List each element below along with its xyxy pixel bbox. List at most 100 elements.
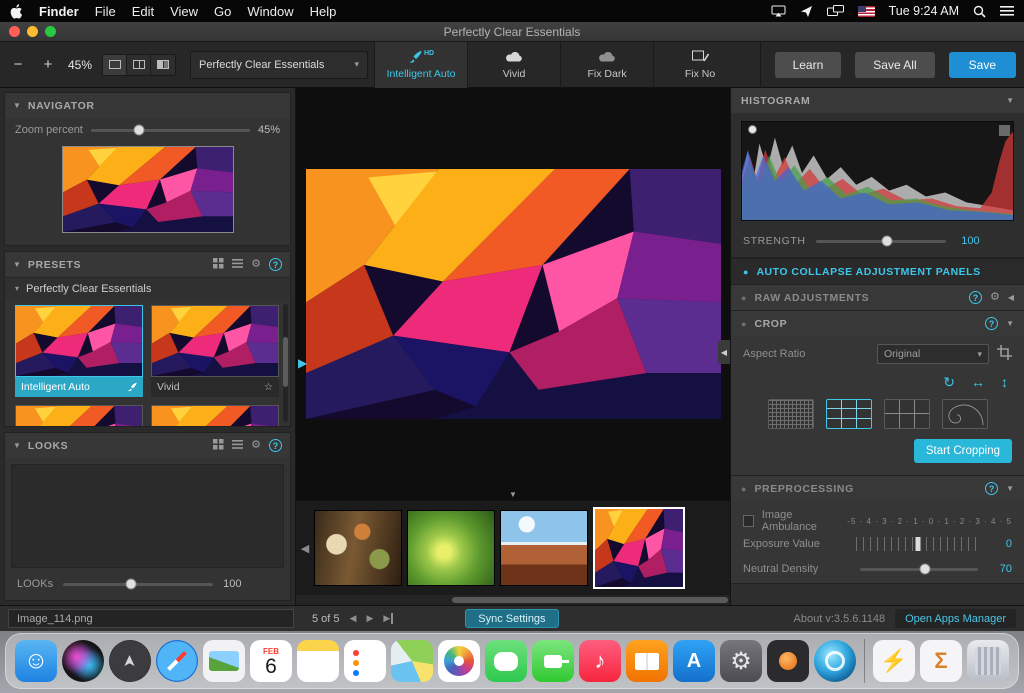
dock-app-store[interactable]: A [673,640,715,682]
looks-strength-slider[interactable] [63,583,213,586]
dock-siri[interactable] [62,640,104,682]
preset-group-dropdown[interactable]: Perfectly Clear Essentials ▾ [190,51,368,79]
help-icon[interactable]: ? [969,291,982,304]
flip-vertical-icon[interactable]: ↕ [1001,374,1008,391]
panel-toggle-icon[interactable]: ● [741,293,746,303]
gear-icon[interactable]: ⚙ [990,292,1000,303]
preset-tab-fix-dark[interactable]: Fix Dark [561,42,654,88]
help-icon[interactable]: ? [985,317,998,330]
sync-settings-button[interactable]: Sync Settings [465,609,558,628]
dock-system-preferences[interactable]: ⚙ [720,640,762,682]
navigator-zoom-slider[interactable] [91,129,250,132]
collapse-filmstrip-handle[interactable]: ▼ [509,490,517,499]
preprocessing-header[interactable]: ● PREPROCESSING ? ▼ [731,476,1024,501]
menu-view[interactable]: View [170,4,198,19]
spotlight-icon[interactable] [973,5,986,18]
preset-partial-1[interactable] [15,405,143,426]
crop-header[interactable]: ● CROP ? ▼ [731,311,1024,336]
list-view-icon[interactable] [232,259,243,271]
flip-horizontal-icon[interactable]: ↔ [971,374,985,391]
navigator-header[interactable]: ▼ NAVIGATOR [5,93,290,118]
input-language-flag-icon[interactable] [858,6,875,17]
window-title-bar[interactable]: Perfectly Clear Essentials [0,22,1024,42]
grid-view-icon[interactable] [213,258,224,272]
grid-overlay-spiral-button[interactable] [942,399,988,429]
aspect-ratio-select[interactable]: Original ▾ [877,344,989,364]
apple-menu[interactable] [10,4,23,19]
save-all-button[interactable]: Save All [855,52,934,78]
learn-button[interactable]: Learn [775,52,842,78]
help-icon[interactable]: ? [269,439,282,452]
dock-dark-app[interactable] [767,640,809,682]
preset-partial-2[interactable] [151,405,279,426]
last-image-button[interactable]: ▶ [383,613,393,624]
dock-notes[interactable] [297,640,339,682]
preset-tab-vivid[interactable]: Vivid [468,42,561,88]
filmstrip-scroll-left-button[interactable]: ◀ [296,542,314,555]
displays-icon[interactable] [827,5,844,17]
dock-messages[interactable] [485,640,527,682]
auto-collapse-toggle[interactable]: ● AUTO COLLAPSE ADJUSTMENT PANELS [731,259,1024,285]
strength-slider[interactable] [816,240,946,243]
filmstrip-thumb-chameleon[interactable] [407,510,495,586]
menu-edit[interactable]: Edit [132,4,154,19]
menu-help[interactable]: Help [310,4,337,19]
rotate-icon[interactable]: ↻ [943,374,955,391]
current-filename-box[interactable]: Image_114.png [8,609,294,628]
grid-overlay-thirds-button[interactable] [826,399,872,429]
notification-center-icon[interactable] [1000,6,1014,16]
dock-sigma-app[interactable]: Σ [920,640,962,682]
menu-app-name[interactable]: Finder [39,4,79,19]
presets-header[interactable]: ▼ PRESETS ⚙ ? [5,252,290,277]
dock-perfectly-clear[interactable] [814,640,856,682]
chevron-down-icon[interactable]: ▼ [1006,484,1014,493]
edit-preset-icon[interactable] [127,382,137,392]
raw-adjustments-header[interactable]: ● RAW ADJUSTMENTS ? ⚙ ◀ [731,285,1024,310]
histogram-slider-knob[interactable] [748,125,757,134]
cursor-icon[interactable] [800,5,813,18]
dock-lightning-app[interactable]: ⚡ [873,640,915,682]
save-button[interactable]: Save [949,52,1016,78]
chevron-down-icon[interactable]: ▼ [1006,319,1014,328]
grid-overlay-dense-button[interactable] [768,399,814,429]
dock-calendar[interactable]: FEB 6 [250,640,292,682]
view-split-button[interactable] [127,55,151,75]
expand-left-panel-handle[interactable]: ▶ [298,356,307,370]
neutral-density-slider[interactable] [860,568,978,571]
list-view-icon[interactable] [232,440,243,452]
help-icon[interactable]: ? [985,482,998,495]
filmstrip-scrollbar[interactable] [296,595,730,605]
dock-facetime[interactable] [532,640,574,682]
panel-toggle-icon[interactable]: ● [741,319,746,329]
zoom-in-button[interactable]: + [38,55,58,75]
chevron-left-icon[interactable]: ◀ [1008,293,1014,302]
help-icon[interactable]: ? [269,258,282,271]
dock-finder[interactable]: ☺ [15,640,57,682]
dock-trash[interactable] [967,640,1009,682]
exposure-value-slider[interactable] [856,537,980,551]
preset-group-row[interactable]: ▾ Perfectly Clear Essentials [5,277,290,299]
dock-preview[interactable] [203,640,245,682]
airplay-icon[interactable] [771,5,786,17]
filmstrip-thumb-canyon[interactable] [500,510,588,586]
preset-tab-fix-noise[interactable]: Fix No [654,42,718,88]
dock-books[interactable] [626,640,668,682]
dock-music[interactable]: ♪ [579,640,621,682]
start-cropping-button[interactable]: Start Cropping [914,439,1012,463]
view-side-by-side-button[interactable] [151,55,175,75]
menu-clock[interactable]: Tue 9:24 AM [889,4,959,18]
favorite-star-icon[interactable]: ☆ [264,382,273,393]
menu-file[interactable]: File [95,4,116,19]
grid-view-icon[interactable] [213,439,224,453]
dock-safari[interactable] [156,640,198,682]
looks-header[interactable]: ▼ LOOKS ⚙ ? [5,433,290,458]
previous-image-button[interactable]: ◀ [350,613,357,624]
dock-photos[interactable] [438,640,480,682]
about-version[interactable]: About v:3.5.6.1148 [794,613,886,625]
crop-tool-icon[interactable] [997,345,1012,363]
filmstrip-thumb-selected[interactable] [593,507,685,589]
menu-window[interactable]: Window [247,4,293,19]
preset-vivid[interactable]: Vivid ☆ [151,305,279,397]
image-ambulance-checkbox[interactable] [743,515,754,527]
gear-icon[interactable]: ⚙ [251,259,261,270]
